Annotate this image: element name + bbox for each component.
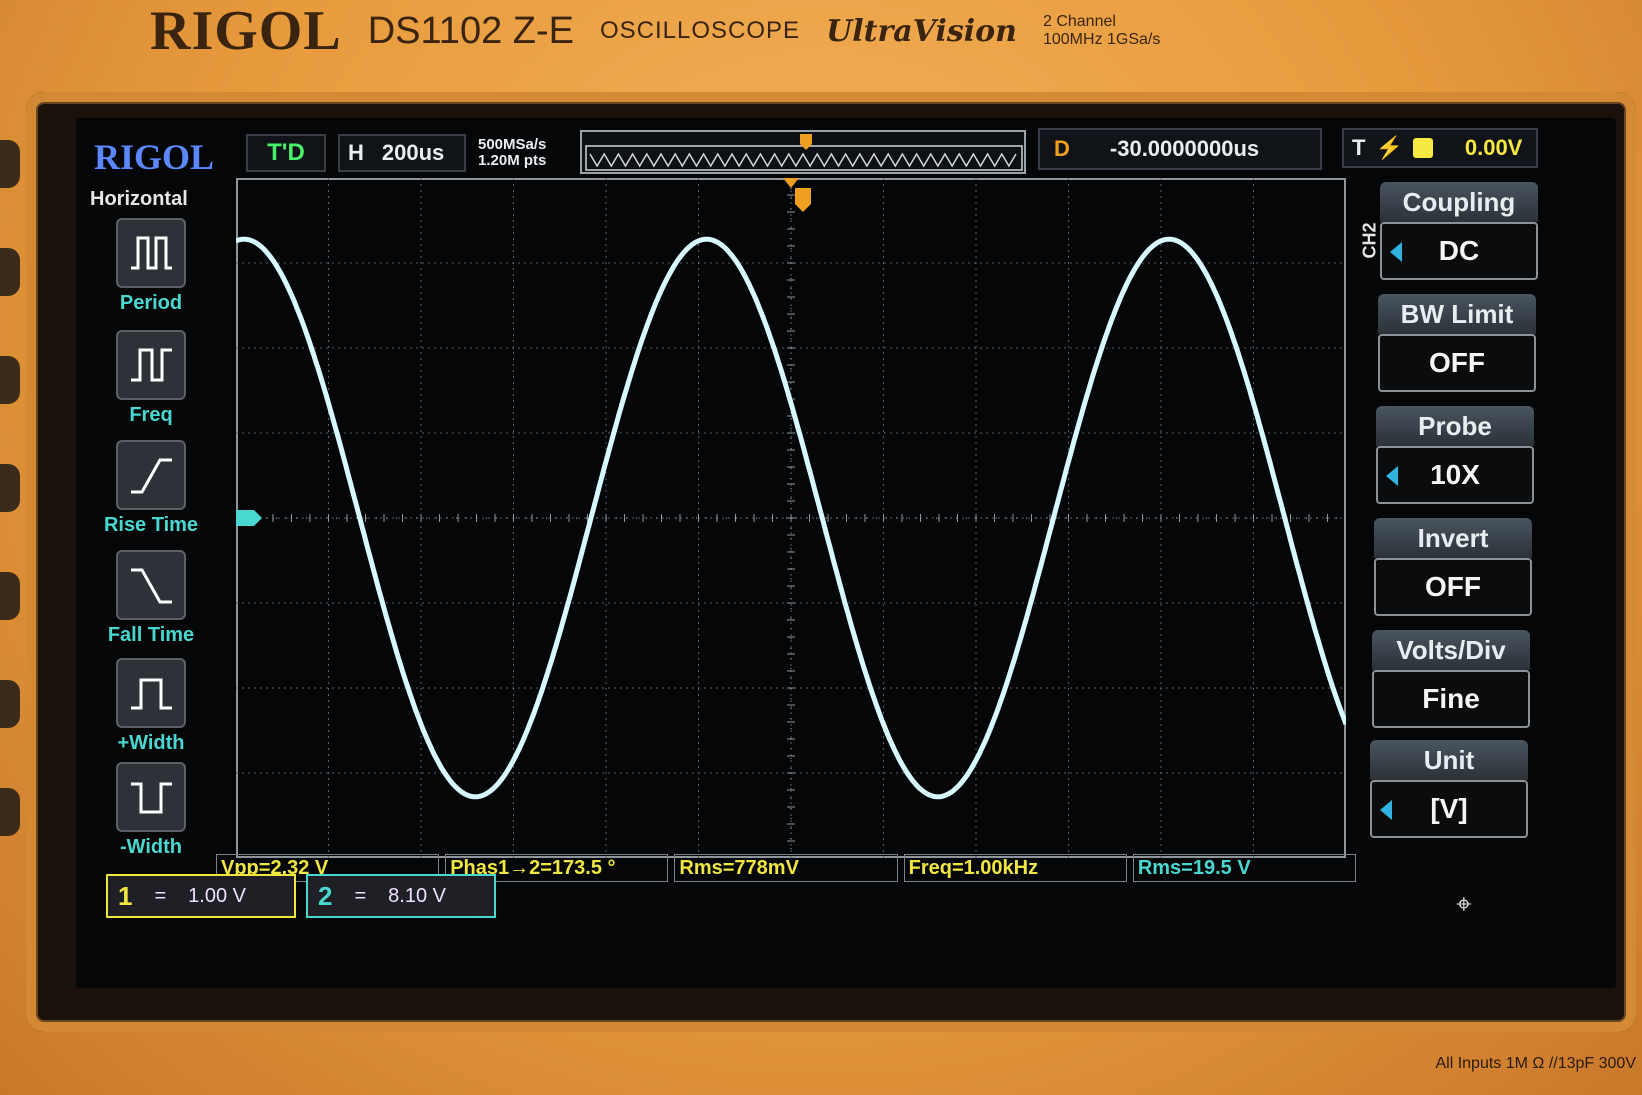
measure-period[interactable]: Period: [96, 218, 206, 315]
menu-volts-div-label: Volts/Div: [1372, 630, 1530, 670]
menu-volts-div-value: Fine: [1422, 683, 1480, 714]
menu-bw-limit-value-box: OFF: [1378, 334, 1536, 392]
timebase-label: H: [348, 140, 364, 165]
model-name: DS1102 Z-E: [367, 9, 574, 52]
side-knob[interactable]: [0, 788, 20, 836]
menu-probe-value: 10X: [1430, 459, 1480, 490]
menu-probe[interactable]: Probe 10X: [1376, 406, 1534, 504]
trigger-position-marker: [800, 134, 812, 150]
measure-negative-width[interactable]: -Width: [96, 762, 206, 859]
menu-invert-value-box: OFF: [1374, 558, 1532, 616]
menu-unit-value: [V]: [1430, 793, 1468, 824]
trigger-panel[interactable]: T ⚡ 0.00V: [1342, 128, 1538, 168]
measurement-frequency: Freq=1.00kHz: [903, 854, 1127, 882]
sample-rate-readout: 500MSa/s 1.20M pts: [472, 130, 566, 176]
waveform-display[interactable]: [236, 178, 1346, 858]
measure-label: Freq: [129, 404, 173, 426]
sample-rate: 500MSa/s: [478, 136, 547, 153]
screen-logo: RIGOL: [94, 137, 215, 177]
timebase-value: 200us: [381, 140, 445, 165]
trigger-time-marker: [783, 178, 799, 188]
menu-bw-limit-label: BW Limit: [1378, 294, 1536, 334]
selector-arrow-icon: [1386, 466, 1398, 486]
menu-coupling-value-box: DC: [1380, 222, 1538, 280]
menu-unit[interactable]: Unit [V]: [1370, 740, 1528, 838]
menu-unit-label: Unit: [1370, 740, 1528, 780]
selector-arrow-icon: [1380, 800, 1392, 820]
measure-menu-title: Horizontal: [90, 188, 188, 210]
measure-label: Fall Time: [107, 624, 195, 646]
channel-2-scale[interactable]: 2 = 8.10 V: [306, 874, 496, 918]
side-knob[interactable]: [0, 464, 20, 512]
trigger-label: T: [1352, 135, 1366, 160]
menu-invert-value: OFF: [1425, 571, 1481, 602]
menu-bw-limit[interactable]: BW Limit OFF: [1378, 294, 1536, 392]
horizontal-delay[interactable]: D -30.0000000us: [1038, 128, 1322, 170]
equals-icon: =: [154, 884, 167, 907]
rising-edge-icon: ⚡: [1375, 135, 1403, 160]
memory-overview-waveform: [585, 134, 1023, 171]
device-spec: 2 Channel 100MHz 1GSa/s: [1042, 13, 1161, 48]
inputs-note: All Inputs 1M Ω //13pF 300V: [1435, 1055, 1636, 1072]
measure-label: Period: [119, 292, 183, 314]
series-name: UltraVision: [826, 13, 1017, 49]
measure-label: -Width: [119, 836, 182, 858]
channel-2-ground-marker: [236, 510, 262, 526]
side-knob[interactable]: [0, 572, 20, 620]
measurement-rms-ch2: Rms=19.5 V: [1132, 854, 1357, 882]
menu-invert[interactable]: Invert OFF: [1374, 518, 1532, 616]
menu-bw-limit-value: OFF: [1429, 347, 1485, 378]
trigger-level: 0.00V: [1464, 135, 1523, 160]
side-knob[interactable]: [0, 356, 20, 404]
measure-label: +Width: [117, 732, 185, 754]
menu-volts-div-value-box: Fine: [1372, 670, 1530, 728]
channel-number: 2: [318, 880, 333, 911]
side-knobs: [0, 140, 24, 1040]
channel-number: 1: [118, 880, 133, 911]
fall-time-icon: [116, 550, 186, 620]
side-knob[interactable]: [0, 248, 20, 296]
menu-volts-div[interactable]: Volts/Div Fine: [1372, 630, 1530, 728]
measure-label: Rise Time: [103, 514, 199, 536]
delay-label: D: [1054, 136, 1070, 161]
menu-coupling-value: DC: [1438, 235, 1480, 266]
side-knob[interactable]: [0, 680, 20, 728]
measure-rise-time[interactable]: Rise Time: [96, 440, 206, 537]
lcd-screen: RIGOL T'D H 200us 500MSa/s 1.20M pts D -…: [76, 118, 1616, 988]
menu-invert-label: Invert: [1374, 518, 1532, 558]
measure-frequency[interactable]: Freq: [96, 330, 206, 427]
positive-width-icon: [116, 658, 186, 728]
trigger-point-marker: [795, 188, 811, 212]
menu-probe-value-box: 10X: [1376, 446, 1534, 504]
timebase-readout[interactable]: H 200us: [338, 134, 466, 172]
measurement-rms-ch1: Rms=778mV: [674, 854, 898, 882]
trigger-status: T'D: [246, 134, 326, 172]
channel-1-scale[interactable]: 1 = 1.00 V: [106, 874, 296, 918]
memory-depth: 1.20M pts: [478, 152, 547, 169]
negative-width-icon: [116, 762, 186, 832]
device-brand-bar: RIGOL DS1102 Z-E OSCILLOSCOPE UltraVisio…: [70, 0, 1250, 62]
measure-positive-width[interactable]: +Width: [96, 658, 206, 755]
menu-probe-label: Probe: [1376, 406, 1534, 446]
measure-fall-time[interactable]: Fall Time: [96, 550, 206, 647]
rise-time-icon: [116, 440, 186, 510]
channel-scale-value: 8.10 V: [388, 884, 446, 907]
menu-unit-value-box: [V]: [1370, 780, 1528, 838]
trigger-source-icon: [1412, 138, 1433, 158]
selector-arrow-icon: [1390, 242, 1402, 262]
channel-menu-tag: CH2: [1359, 222, 1380, 259]
period-icon: [116, 218, 186, 288]
equals-icon: =: [354, 884, 367, 907]
brand-logo: RIGOL: [150, 0, 342, 62]
channel-scale-value: 1.00 V: [188, 884, 246, 907]
menu-coupling-label: Coupling: [1380, 182, 1538, 222]
side-knob[interactable]: [0, 140, 20, 188]
device-type: OSCILLOSCOPE: [600, 17, 801, 44]
memory-overview-bar[interactable]: [580, 130, 1026, 174]
frequency-icon: [116, 330, 186, 400]
delay-value: -30.0000000us: [1109, 136, 1260, 161]
usb-icon: ⌖: [1456, 888, 1472, 919]
menu-coupling[interactable]: Coupling DC: [1380, 182, 1538, 280]
